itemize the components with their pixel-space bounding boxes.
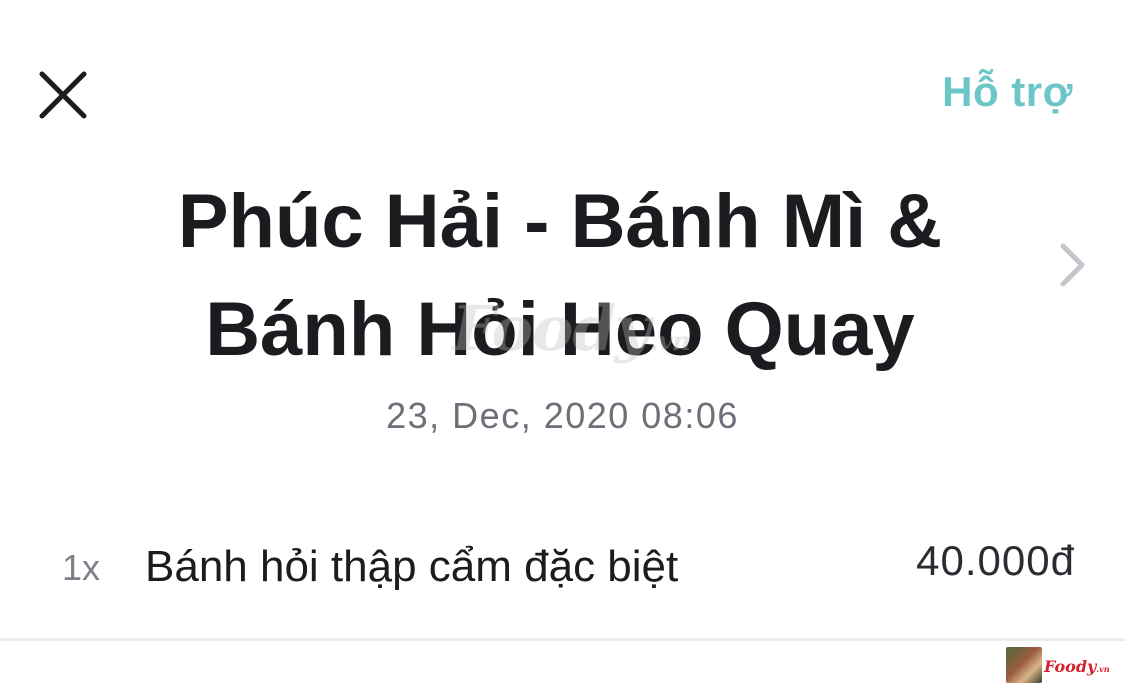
divider [0, 638, 1125, 641]
store-name[interactable]: Phúc Hải - Bánh Mì & Bánh Hỏi Heo Quay [120, 168, 1000, 384]
item-price: 40.000đ [916, 537, 1075, 584]
item-quantity: 1x [62, 547, 101, 588]
close-button[interactable] [36, 68, 90, 122]
close-icon [39, 71, 87, 119]
store-details-button[interactable] [1054, 240, 1090, 290]
foody-logo: Foody.vn [1006, 647, 1110, 685]
order-item-row: 1x Bánh hỏi thập cẩm đặc biệt 40.000đ [0, 530, 1125, 604]
foody-thumbnail [1006, 647, 1042, 683]
support-link[interactable]: Hỗ trợ [942, 66, 1073, 118]
item-name: Bánh hỏi thập cẩm đặc biệt [145, 542, 679, 591]
foody-logo-text: Foody.vn [1044, 657, 1110, 676]
chevron-right-icon [1060, 243, 1085, 287]
order-datetime: 23, Dec, 2020 08:06 [386, 395, 739, 436]
